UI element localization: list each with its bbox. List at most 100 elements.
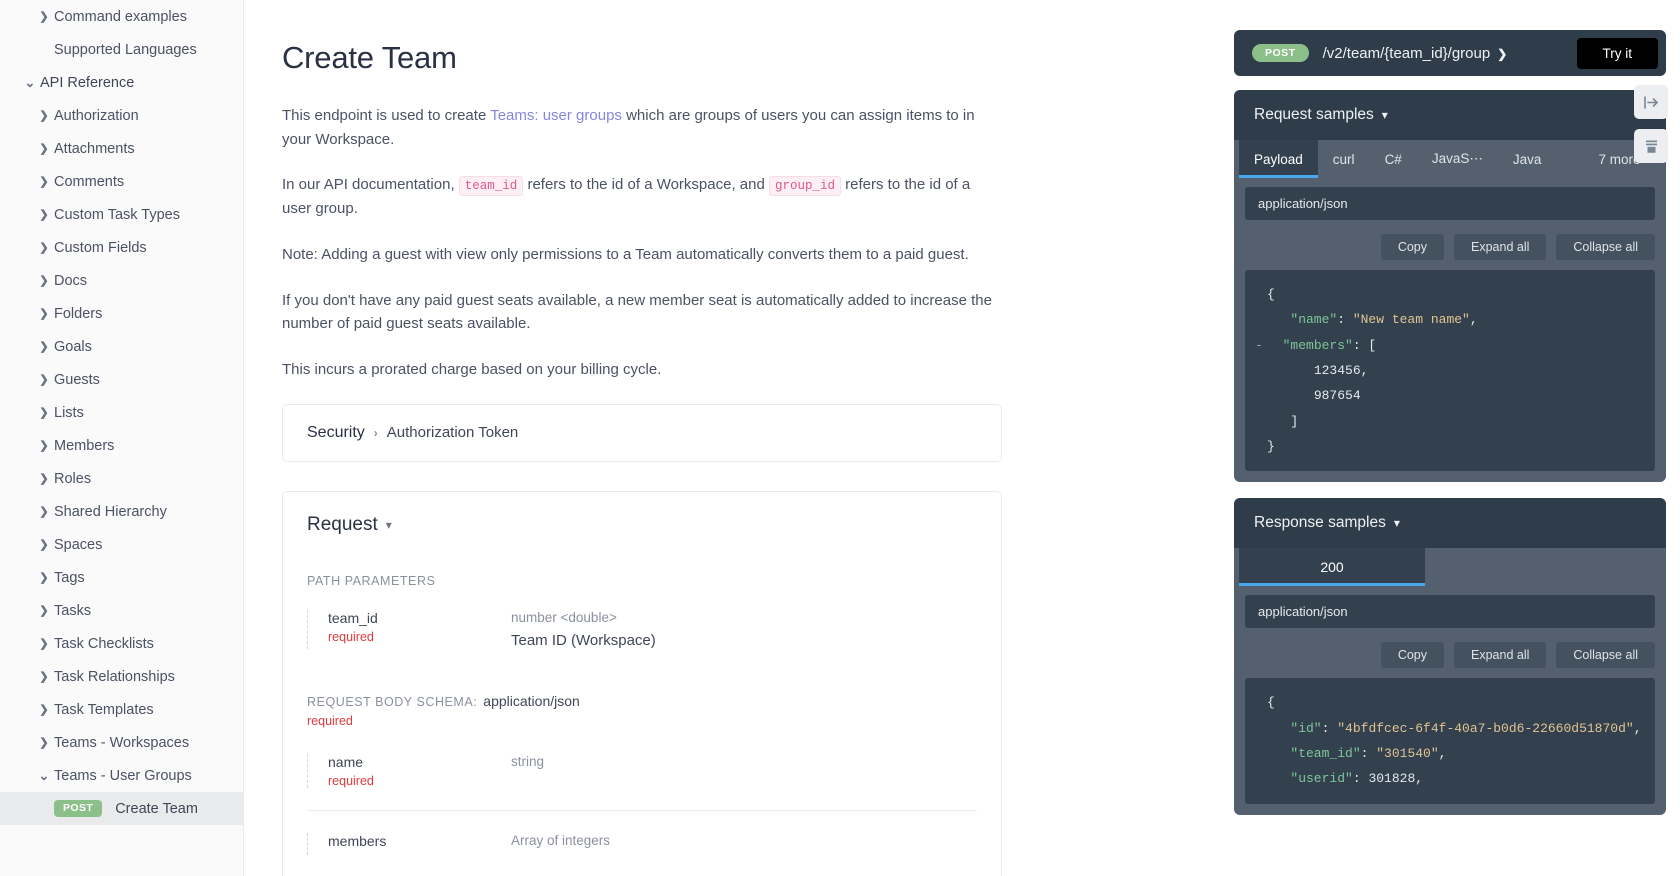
chevron-right-icon: ❯ [39, 671, 49, 683]
parameter-type: string [511, 753, 545, 769]
sidebar-item-comments[interactable]: ❯ Comments [0, 165, 243, 198]
sidebar-item-label: Command examples [54, 8, 187, 25]
sidebar-item-roles[interactable]: ❯ Roles [0, 462, 243, 495]
code-line: "id": "4bfdfcec-6f4f-40a7-b0d6-22660d518… [1245, 716, 1655, 741]
chevron-right-icon: ❯ [39, 275, 49, 287]
collapse-all-button[interactable]: Collapse all [1556, 642, 1655, 669]
security-card[interactable]: Security › Authorization Token [282, 403, 1002, 462]
endpoint-path[interactable]: /v2/team/{team_id}/group ❯ [1323, 45, 1508, 62]
sidebar-item-docs[interactable]: ❯ Docs [0, 264, 243, 297]
request-mime-bar: application/json [1245, 187, 1655, 220]
code-fold-gutter [1251, 716, 1267, 741]
code-line: } [1245, 434, 1655, 459]
sidebar-item-custom-fields[interactable]: ❯ Custom Fields [0, 231, 243, 264]
status-tab-200[interactable]: 200 [1239, 548, 1425, 587]
sidebar-item-shared-hierarchy[interactable]: ❯ Shared Hierarchy [0, 495, 243, 528]
sidebar-item-custom-task-types[interactable]: ❯ Custom Task Types [0, 198, 243, 231]
code-token: , [1633, 720, 1642, 736]
sidebar-item-spaces[interactable]: ❯ Spaces [0, 528, 243, 561]
sidebar-item-tags[interactable]: ❯ Tags [0, 561, 243, 594]
code-line: { [1245, 690, 1655, 715]
parameter-row: members Array of integers [307, 832, 977, 876]
right-panel: POST /v2/team/{team_id}/group ❯ Try it Re… [1210, 0, 1680, 876]
paragraph: This endpoint is used to create Teams: u… [282, 104, 1002, 151]
sidebar-item-members[interactable]: ❯ Members [0, 429, 243, 462]
sidebar-item-label: Goals [54, 338, 92, 355]
sidebar-item-label: Folders [54, 305, 103, 322]
sidebar-item-guests[interactable]: ❯ Guests [0, 363, 243, 396]
layout-icon[interactable] [1634, 129, 1668, 163]
chevron-down-icon: ▾ [385, 517, 392, 532]
sidebar-item-label: Create Team [115, 800, 198, 817]
request-samples-title: Request samples [1254, 106, 1374, 123]
code-token: , [1360, 363, 1369, 379]
tab-c[interactable]: C# [1370, 140, 1417, 178]
inline-link[interactable]: Teams: user groups [490, 107, 622, 124]
request-section-toggle[interactable]: Request ▾ [307, 514, 977, 536]
inline-code: group_id [768, 176, 841, 197]
chevron-right-icon: ❯ [39, 440, 49, 452]
code-token: { [1267, 287, 1275, 302]
parameter-required-flag: required [328, 773, 374, 788]
security-label: Security [307, 423, 365, 441]
chevron-down-icon: ▾ [1393, 516, 1400, 531]
code-token: : [1337, 312, 1353, 328]
try-it-button[interactable]: Try it [1576, 37, 1658, 69]
tab-curl[interactable]: curl [1318, 140, 1370, 178]
sidebar-item-folders[interactable]: ❯ Folders [0, 297, 243, 330]
sidebar-item-label: Tasks [54, 602, 92, 619]
copy-button[interactable]: Copy [1380, 642, 1444, 669]
code-fold-gutter[interactable]: - [1251, 333, 1267, 358]
parameter-row: name required string [307, 753, 977, 811]
collapse-all-button[interactable]: Collapse all [1556, 234, 1655, 260]
expand-all-button[interactable]: Expand all [1454, 234, 1547, 260]
sidebar-item-attachments[interactable]: ❯ Attachments [0, 132, 243, 165]
sidebar-item-command-examples[interactable]: ❯ Command examples [0, 0, 243, 33]
sidebar-method-badge: POST [54, 800, 103, 817]
tab-payload[interactable]: Payload [1239, 140, 1318, 178]
collapse-panel-icon[interactable] [1634, 85, 1668, 119]
sidebar-item-create-team[interactable]: POST Create Team [0, 792, 243, 825]
main-content: Create Team This endpoint is used to cre… [244, 0, 1210, 876]
request-samples-toggle[interactable]: Request samples ▾ [1234, 90, 1666, 140]
sidebar-item-authorization[interactable]: ❯ Authorization [0, 99, 243, 132]
code-token: "members" [1282, 337, 1353, 353]
copy-button[interactable]: Copy [1380, 234, 1444, 260]
tab-javas[interactable]: JavaS⋯ [1417, 140, 1498, 178]
sidebar-item-api-reference[interactable]: ⌄ API Reference [0, 66, 243, 99]
response-samples-toggle[interactable]: Response samples ▾ [1234, 498, 1666, 549]
response-samples-title: Response samples [1254, 514, 1386, 532]
parameter-type: Array of integers [511, 832, 611, 848]
code-fold-gutter [1251, 307, 1267, 332]
sidebar-item-task-relationships[interactable]: ❯ Task Relationships [0, 660, 243, 693]
paragraph-text: If you don't have any paid guest seats a… [282, 291, 992, 333]
chevron-right-icon: ❯ [39, 176, 49, 188]
code-token: "4bfdfcec-6f4f-40a7-b0d6-22660d51870d" [1337, 720, 1634, 736]
chevron-right-icon: ❯ [39, 11, 49, 23]
code-token: "id" [1290, 720, 1322, 736]
expand-all-button[interactable]: Expand all [1454, 642, 1547, 669]
code-line: - "members": [ [1245, 333, 1655, 358]
code-token: "301540" [1376, 746, 1439, 762]
sidebar-item-label: Custom Task Types [54, 206, 180, 223]
chevron-right-icon: ❯ [39, 737, 49, 749]
chevron-right-icon: ❯ [39, 704, 49, 716]
sidebar-item-label: Lists [54, 404, 84, 421]
code-token: 123456 [1313, 363, 1361, 379]
code-token: 987654 [1313, 388, 1361, 404]
sidebar-item-teams-workspaces[interactable]: ❯ Teams - Workspaces [0, 726, 243, 759]
sidebar-item-goals[interactable]: ❯ Goals [0, 330, 243, 363]
sidebar-item-tasks[interactable]: ❯ Tasks [0, 594, 243, 627]
sidebar-item-lists[interactable]: ❯ Lists [0, 396, 243, 429]
sidebar-item-task-templates[interactable]: ❯ Task Templates [0, 693, 243, 726]
code-token: ] [1267, 413, 1299, 429]
sidebar-item-teams-user-groups[interactable]: ⌄ Teams - User Groups [0, 759, 243, 792]
sidebar-item-task-checklists[interactable]: ❯ Task Checklists [0, 627, 243, 660]
tab-java[interactable]: Java [1498, 140, 1557, 178]
sidebar-item-supported-languages[interactable]: ❯Supported Languages [0, 33, 243, 66]
parameter-type: number <double> [511, 609, 617, 625]
